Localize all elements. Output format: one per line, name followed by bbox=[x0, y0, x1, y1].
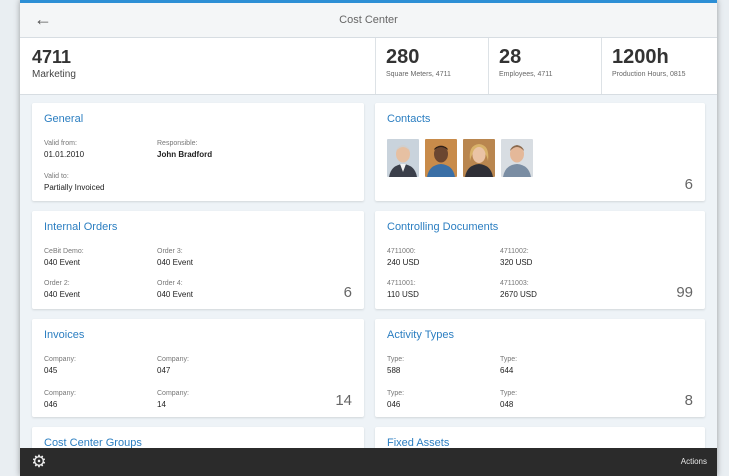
field-label: Valid from: bbox=[44, 140, 77, 147]
field-label: Order 4: bbox=[157, 280, 183, 287]
contact-avatar[interactable] bbox=[425, 139, 457, 177]
field-item: Order 2: 040 Event bbox=[44, 279, 154, 300]
field-label: 4711001: bbox=[387, 280, 416, 287]
kpi-label: Employees, 4711 bbox=[499, 71, 553, 78]
tile-count: 8 bbox=[684, 392, 693, 409]
field-item: Company: 047 bbox=[157, 355, 267, 376]
contact-avatar[interactable] bbox=[501, 139, 533, 177]
field-item: Company: 14 bbox=[157, 389, 267, 410]
tile-internal-orders[interactable]: Internal Orders CeBit Demo: 040 Event Or… bbox=[32, 211, 364, 309]
kpi-value: 280 bbox=[386, 46, 420, 68]
tile-contacts[interactable]: Contacts 6 bbox=[375, 103, 705, 201]
tile-title: General bbox=[44, 113, 84, 125]
tile-count: 6 bbox=[684, 176, 693, 193]
field-item: Type: 644 bbox=[500, 355, 610, 376]
tile-title: Contacts bbox=[387, 113, 431, 125]
field-label: Company: bbox=[44, 356, 76, 363]
object-header: 4711 Marketing 280 Square Meters, 4711 2… bbox=[20, 38, 717, 95]
kpi-production-hours[interactable]: 1200h Production Hours, 0815 bbox=[601, 38, 717, 94]
page-title: Cost Center bbox=[339, 14, 398, 26]
field-label: Company: bbox=[44, 390, 76, 397]
field-item: 4711001: 110 USD bbox=[387, 279, 497, 300]
field-value: 046 bbox=[44, 400, 58, 409]
field-item: 4711000: 240 USD bbox=[387, 247, 497, 268]
field-label: Responsible: bbox=[157, 140, 198, 147]
field-label: Valid to: bbox=[44, 173, 69, 180]
tile-activity-types[interactable]: Activity Types Type: 588 Type: 644 Type:… bbox=[375, 319, 705, 417]
tile-count: 99 bbox=[676, 284, 693, 301]
field-item: Order 4: 040 Event bbox=[157, 279, 267, 300]
field-value: 320 USD bbox=[500, 258, 533, 267]
kpi-employees[interactable]: 28 Employees, 4711 bbox=[488, 38, 602, 94]
field-label: Order 3: bbox=[157, 248, 183, 255]
field-value: 046 bbox=[387, 400, 401, 409]
field-item: Type: 048 bbox=[500, 389, 610, 410]
tile-controlling-documents[interactable]: Controlling Documents 4711000: 240 USD 4… bbox=[375, 211, 705, 309]
field-value: 644 bbox=[500, 366, 514, 375]
field-valid-to: Valid to: Partially Invoiced bbox=[44, 172, 154, 193]
field-responsible: Responsible: John Bradford bbox=[157, 139, 267, 160]
field-value: 2670 USD bbox=[500, 290, 537, 299]
field-item: 4711003: 2670 USD bbox=[500, 279, 610, 300]
kpi-square-meters[interactable]: 280 Square Meters, 4711 bbox=[375, 38, 489, 94]
field-value: 040 Event bbox=[44, 258, 81, 267]
tile-count: 6 bbox=[343, 284, 352, 301]
tile-title: Invoices bbox=[44, 329, 85, 341]
field-label: Type: bbox=[387, 390, 405, 397]
field-value: 588 bbox=[387, 366, 401, 375]
contact-avatar[interactable] bbox=[463, 139, 495, 177]
kpi-value: 1200h bbox=[612, 46, 669, 68]
field-item: Company: 046 bbox=[44, 389, 154, 410]
field-label: 4711002: bbox=[500, 248, 529, 255]
field-value: 048 bbox=[500, 400, 514, 409]
field-value: 14 bbox=[157, 400, 166, 409]
field-label: CeBit Demo: bbox=[44, 248, 84, 255]
contact-avatar[interactable] bbox=[387, 139, 419, 177]
field-item: Company: 045 bbox=[44, 355, 154, 376]
field-label: Type: bbox=[387, 356, 405, 363]
field-label: Order 2: bbox=[44, 280, 70, 287]
tile-general[interactable]: General Valid from: 01.01.2010 Responsib… bbox=[32, 103, 364, 201]
field-value: 240 USD bbox=[387, 258, 420, 267]
field-value: 047 bbox=[157, 366, 171, 375]
field-value: 040 Event bbox=[157, 290, 194, 299]
field-value: 110 USD bbox=[387, 290, 419, 299]
settings-button[interactable]: ⚙ bbox=[28, 451, 50, 473]
field-value: John Bradford bbox=[157, 150, 213, 159]
field-value: 01.01.2010 bbox=[44, 150, 85, 159]
app-window: ← Cost Center 4711 Marketing 280 Square … bbox=[20, 0, 717, 476]
field-item: Type: 588 bbox=[387, 355, 497, 376]
tile-title: Activity Types bbox=[387, 329, 455, 341]
nav-bar: ← Cost Center bbox=[20, 3, 717, 38]
field-label: Company: bbox=[157, 356, 189, 363]
field-value: Partially Invoiced bbox=[44, 183, 105, 192]
kpi-label: Square Meters, 4711 bbox=[386, 71, 451, 78]
field-value: 040 Event bbox=[44, 290, 81, 299]
field-valid-from: Valid from: 01.01.2010 bbox=[44, 139, 154, 160]
field-value: 045 bbox=[44, 366, 58, 375]
field-item: Order 3: 040 Event bbox=[157, 247, 267, 268]
cost-center-description: Marketing bbox=[32, 69, 76, 80]
field-item: Type: 046 bbox=[387, 389, 497, 410]
field-label: Type: bbox=[500, 356, 518, 363]
field-label: 4711000: bbox=[387, 248, 416, 255]
tile-count: 14 bbox=[335, 392, 352, 409]
kpi-label: Production Hours, 0815 bbox=[612, 71, 686, 78]
tile-title: Internal Orders bbox=[44, 221, 118, 233]
cost-center-id: 4711 bbox=[32, 47, 72, 67]
tile-title: Controlling Documents bbox=[387, 221, 499, 233]
field-label: Type: bbox=[500, 390, 518, 397]
kpi-value: 28 bbox=[499, 46, 522, 68]
tile-invoices[interactable]: Invoices Company: 045 Company: 047 Compa… bbox=[32, 319, 364, 417]
field-value: 040 Event bbox=[157, 258, 194, 267]
gear-icon: ⚙ bbox=[31, 452, 47, 471]
field-item: CeBit Demo: 040 Event bbox=[44, 247, 154, 268]
footer-toolbar: ⚙ Actions bbox=[20, 448, 717, 476]
actions-button[interactable]: Actions bbox=[681, 448, 707, 476]
field-item: 4711002: 320 USD bbox=[500, 247, 610, 268]
field-label: 4711003: bbox=[500, 280, 529, 287]
field-label: Company: bbox=[157, 390, 189, 397]
